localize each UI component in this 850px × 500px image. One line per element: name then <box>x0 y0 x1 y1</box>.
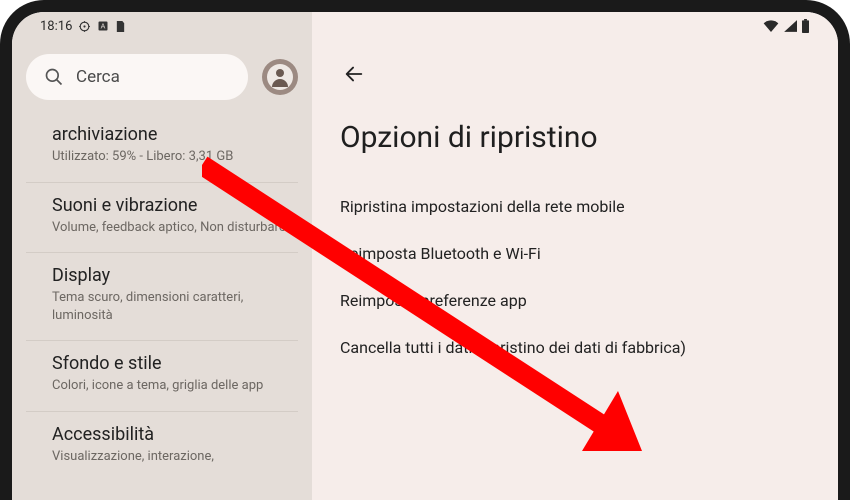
search-icon <box>44 67 64 87</box>
divider <box>26 182 298 183</box>
sdcard-icon <box>115 20 126 33</box>
wifi-icon <box>763 20 779 32</box>
sidebar-item-sub: Tema scuro, dimensioni caratteri, lumino… <box>52 289 292 324</box>
sidebar-item-accessibility[interactable]: Accessibilità Visualizzazione, interazio… <box>26 414 298 480</box>
person-icon <box>267 64 293 90</box>
divider <box>26 411 298 412</box>
arrow-left-icon <box>343 63 365 85</box>
battery-icon <box>801 19 810 33</box>
sidebar-item-sub: Colori, icone a tema, griglia delle app <box>52 377 292 395</box>
clock: 18:16 <box>40 19 72 34</box>
svg-text:A: A <box>101 24 106 31</box>
option-reset-bt-wifi[interactable]: Reimposta Bluetooth e Wi-Fi <box>340 230 810 277</box>
status-bar: 18:16 A <box>12 12 838 40</box>
sidebar-item-sub: Volume, feedback aptico, Non disturbare <box>52 219 292 237</box>
search-input[interactable]: Cerca <box>26 54 248 100</box>
back-button[interactable] <box>336 56 372 92</box>
device-frame: 18:16 A <box>0 0 850 500</box>
sidebar-item-title: Suoni e vibrazione <box>52 195 292 216</box>
option-factory-reset[interactable]: Cancella tutti i dati (ripristino dei da… <box>340 324 810 371</box>
location-icon <box>78 20 91 33</box>
option-reset-app-prefs[interactable]: Reimposta preferenze app <box>340 277 810 324</box>
sidebar-item-sub: Utilizzato: 59% - Libero: 3,31 GB <box>52 148 292 166</box>
sidebar-item-title: Accessibilità <box>52 424 292 445</box>
sidebar-item-storage[interactable]: archiviazione Utilizzato: 59% - Libero: … <box>26 114 298 180</box>
sidebar-item-display[interactable]: Display Tema scuro, dimensioni caratteri… <box>26 255 298 338</box>
profile-button[interactable] <box>262 59 298 95</box>
sidebar-item-sub: Visualizzazione, interazione, <box>52 448 292 466</box>
sidebar-item-title: Display <box>52 265 292 286</box>
cell-signal-icon <box>783 20 797 32</box>
sidebar: Cerca archiviazione Utilizzato: 59% - Li… <box>12 40 312 500</box>
page-title: Opzioni di ripristino <box>340 120 810 155</box>
status-left: 18:16 A <box>40 19 126 34</box>
search-row: Cerca <box>26 54 298 100</box>
divider <box>26 340 298 341</box>
screen: 18:16 A <box>12 12 838 500</box>
square-icon: A <box>97 20 109 32</box>
sidebar-item-wallpaper[interactable]: Sfondo e stile Colori, icone a tema, gri… <box>26 343 298 409</box>
search-placeholder: Cerca <box>76 67 120 87</box>
divider <box>26 252 298 253</box>
sidebar-item-sound[interactable]: Suoni e vibrazione Volume, feedback apti… <box>26 185 298 251</box>
option-reset-mobile-network[interactable]: Ripristina impostazioni della rete mobil… <box>340 183 810 230</box>
content-pane: Opzioni di ripristino Ripristina imposta… <box>312 40 838 500</box>
status-right <box>763 19 810 33</box>
sidebar-item-title: Sfondo e stile <box>52 353 292 374</box>
split-layout: Cerca archiviazione Utilizzato: 59% - Li… <box>12 40 838 500</box>
sidebar-item-title: archiviazione <box>52 124 292 145</box>
